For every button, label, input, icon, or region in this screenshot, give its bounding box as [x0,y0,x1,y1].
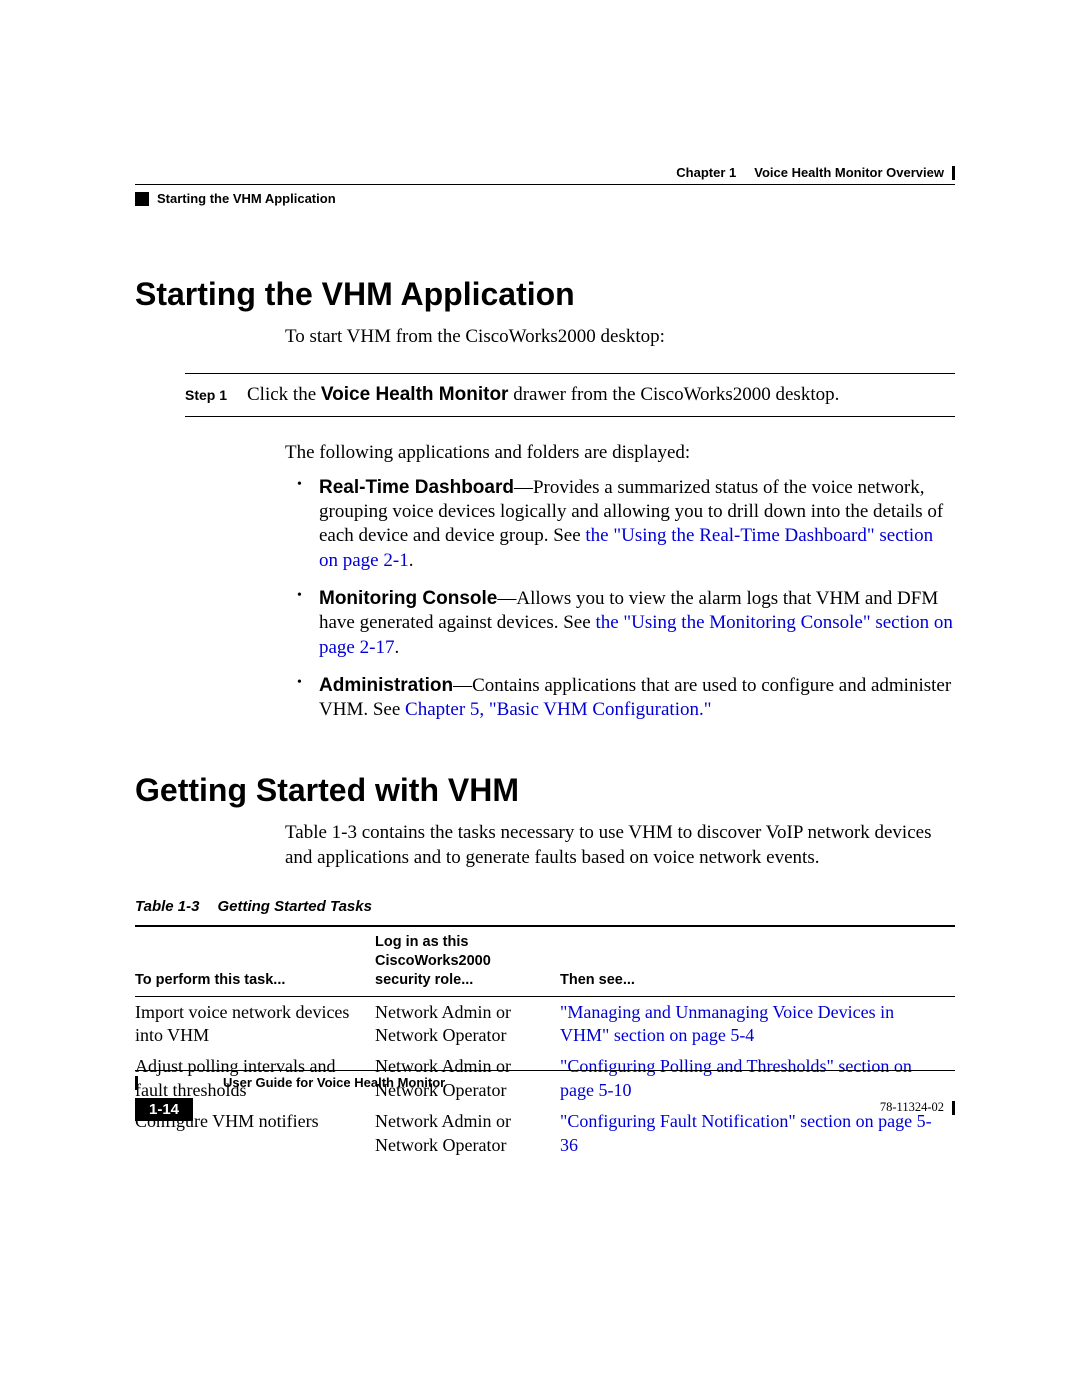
bullet-list: Real-Time Dashboard—Provides a summarize… [285,476,955,723]
chapter-title: Voice Health Monitor Overview [754,165,944,180]
section2-intro: Table 1-3 contains the tasks necessary t… [285,821,955,870]
bullet-item: Real-Time Dashboard—Provides a summarize… [285,476,955,573]
page-number-badge: 1-14 [135,1098,193,1121]
th-see: Then see... [560,926,955,996]
th-role: Log in as this CiscoWorks2000 security r… [375,926,560,996]
link-managing[interactable]: "Managing and Unmanaging Voice Devices i… [560,1002,894,1045]
tasks-table: To perform this task... Log in as this C… [135,925,955,1161]
section-name: Starting the VHM Application [157,191,336,206]
step-label: Step 1 [185,384,233,406]
table-row: Import voice network devices into VHM Ne… [135,996,955,1051]
footer-guide: User Guide for Voice Health Monitor [223,1075,445,1090]
bullet-item: Administration—Contains applications tha… [285,674,955,723]
table-caption: Table 1-3Getting Started Tasks [135,898,955,915]
square-icon [135,192,149,206]
running-footer: User Guide for Voice Health Monitor 1-14… [135,1070,955,1121]
footer-bar-icon [952,1101,955,1115]
bullet-item: Monitoring Console—Allows you to view th… [285,587,955,660]
doc-number: 78-11324-02 [880,1100,944,1115]
page-content: Chapter 1 Voice Health Monitor Overview … [135,165,955,1161]
intro-text: To start VHM from the CiscoWorks2000 des… [285,325,955,349]
footer-bar-icon [135,1076,138,1090]
th-task: To perform this task... [135,926,375,996]
step-block: Step 1 Click the Voice Health Monitor dr… [185,373,955,417]
running-header: Chapter 1 Voice Health Monitor Overview … [135,165,955,206]
heading-getting-started: Getting Started with VHM [135,772,955,809]
chapter-number: Chapter 1 [676,165,736,180]
after-step-text: The following applications and folders a… [285,441,955,465]
header-bar-icon [952,166,955,180]
step-text: Click the Voice Health Monitor drawer fr… [247,384,839,406]
link-admin[interactable]: Chapter 5, "Basic VHM Configuration." [405,699,711,720]
heading-starting: Starting the VHM Application [135,276,955,313]
